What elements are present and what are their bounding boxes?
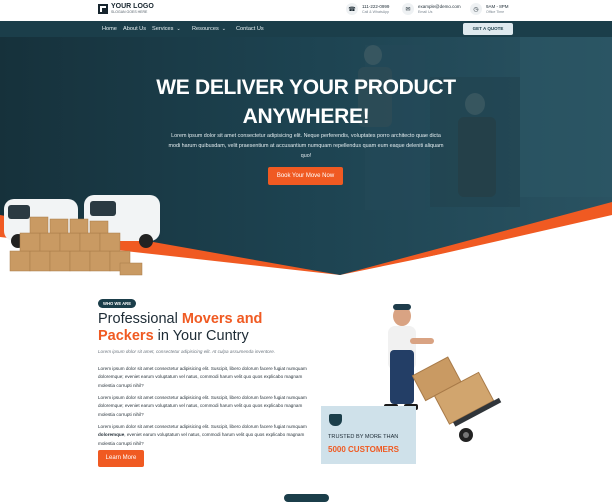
paragraph-3-start: Lorem ipsum dolor sit amet consectetur a… [98, 424, 307, 429]
section-title: Professional Movers and Packers in Your … [98, 311, 308, 345]
title-part3: in Your Cuntry [153, 328, 249, 344]
paragraph-3: Lorem ipsum dolor sit amet consectetur a… [98, 423, 308, 448]
chevron-down-icon: ⌄ [221, 26, 226, 32]
contact-email[interactable]: ✉ example@demo.com Email Us [402, 3, 461, 15]
hero-headline-line1: WE DELIVER YOUR PRODUCT [156, 76, 456, 99]
paragraph-1: Lorem ipsum dolor sit amet consectetur a… [98, 366, 307, 388]
contact-phone-label: Call & WhatsApp [362, 9, 390, 14]
learn-more-button[interactable]: Learn More [98, 450, 144, 467]
hero-description: Lorem ipsum dolor sit amet consectetur a… [168, 133, 444, 159]
title-part1: Professional [98, 311, 182, 327]
top-bar: YOUR LOGO SLOGAN GOES HERE ☎ 111-222-099… [0, 0, 612, 21]
section-subtitle: Lorem ipsum dolor sit amet, consectetur … [98, 349, 276, 354]
hero-headline: WE DELIVER YOUR PRODUCT ANYWHERE! [130, 73, 482, 131]
paragraph-2: Lorem ipsum dolor sit amet consectetur a… [98, 395, 307, 417]
paragraph-3-bold: doloremque [98, 432, 125, 438]
contact-hours-value: 9AM - 8PM [486, 3, 509, 9]
main-nav: Home About Us Services ⌄ Resources ⌄ Conta… [0, 21, 612, 37]
logo-icon [98, 4, 108, 14]
book-move-button[interactable]: Book Your Move Now [268, 167, 343, 185]
nav-resources-label: Resources [192, 26, 219, 32]
hero-headline-line2: ANYWHERE! [242, 105, 370, 128]
hero-section: WE DELIVER YOUR PRODUCT ANYWHERE! Lorem … [0, 37, 612, 277]
logo[interactable]: YOUR LOGO SLOGAN GOES HERE [98, 3, 154, 15]
email-icon: ✉ [402, 3, 414, 15]
logo-name: YOUR LOGO [111, 3, 154, 10]
trust-line1: TRUSTED BY MORE THAN [328, 434, 399, 440]
nav-about[interactable]: About Us [123, 21, 146, 37]
trust-box: TRUSTED BY MORE THAN 5000 CUSTOMERS [321, 406, 416, 464]
next-section-tag [284, 494, 329, 502]
chevron-down-icon: ⌄ [176, 26, 181, 32]
section-tag: WHO WE ARE [98, 299, 136, 308]
contact-hours-label: Office Time [486, 9, 505, 14]
phone-icon: ☎ [346, 3, 358, 15]
contact-email-label: Email Us [418, 9, 433, 14]
trust-customers: 5000 CUSTOMERS [328, 445, 399, 454]
paragraph-3-end: , eveniet earum voluptatum vel natus, co… [98, 432, 305, 446]
nav-services-label: Services [152, 26, 174, 32]
contact-phone[interactable]: ☎ 111-222-0999 Call & WhatsApp [346, 3, 389, 15]
logo-slogan: SLOGAN GOES HERE [111, 10, 148, 14]
nav-resources[interactable]: Resources ⌄ [192, 21, 226, 37]
nav-services[interactable]: Services ⌄ [152, 21, 181, 37]
contact-email-address: example@demo.com [418, 3, 461, 9]
nav-home[interactable]: Home [102, 21, 117, 37]
nav-contact[interactable]: Contact Us [236, 21, 264, 37]
shield-user-icon [329, 414, 342, 426]
contact-phone-number: 111-222-0999 [362, 3, 390, 9]
clock-icon: ◷ [470, 3, 482, 15]
contact-hours: ◷ 9AM - 8PM Office Time [470, 3, 509, 15]
get-quote-button[interactable]: GET A QUOTE [463, 23, 513, 35]
